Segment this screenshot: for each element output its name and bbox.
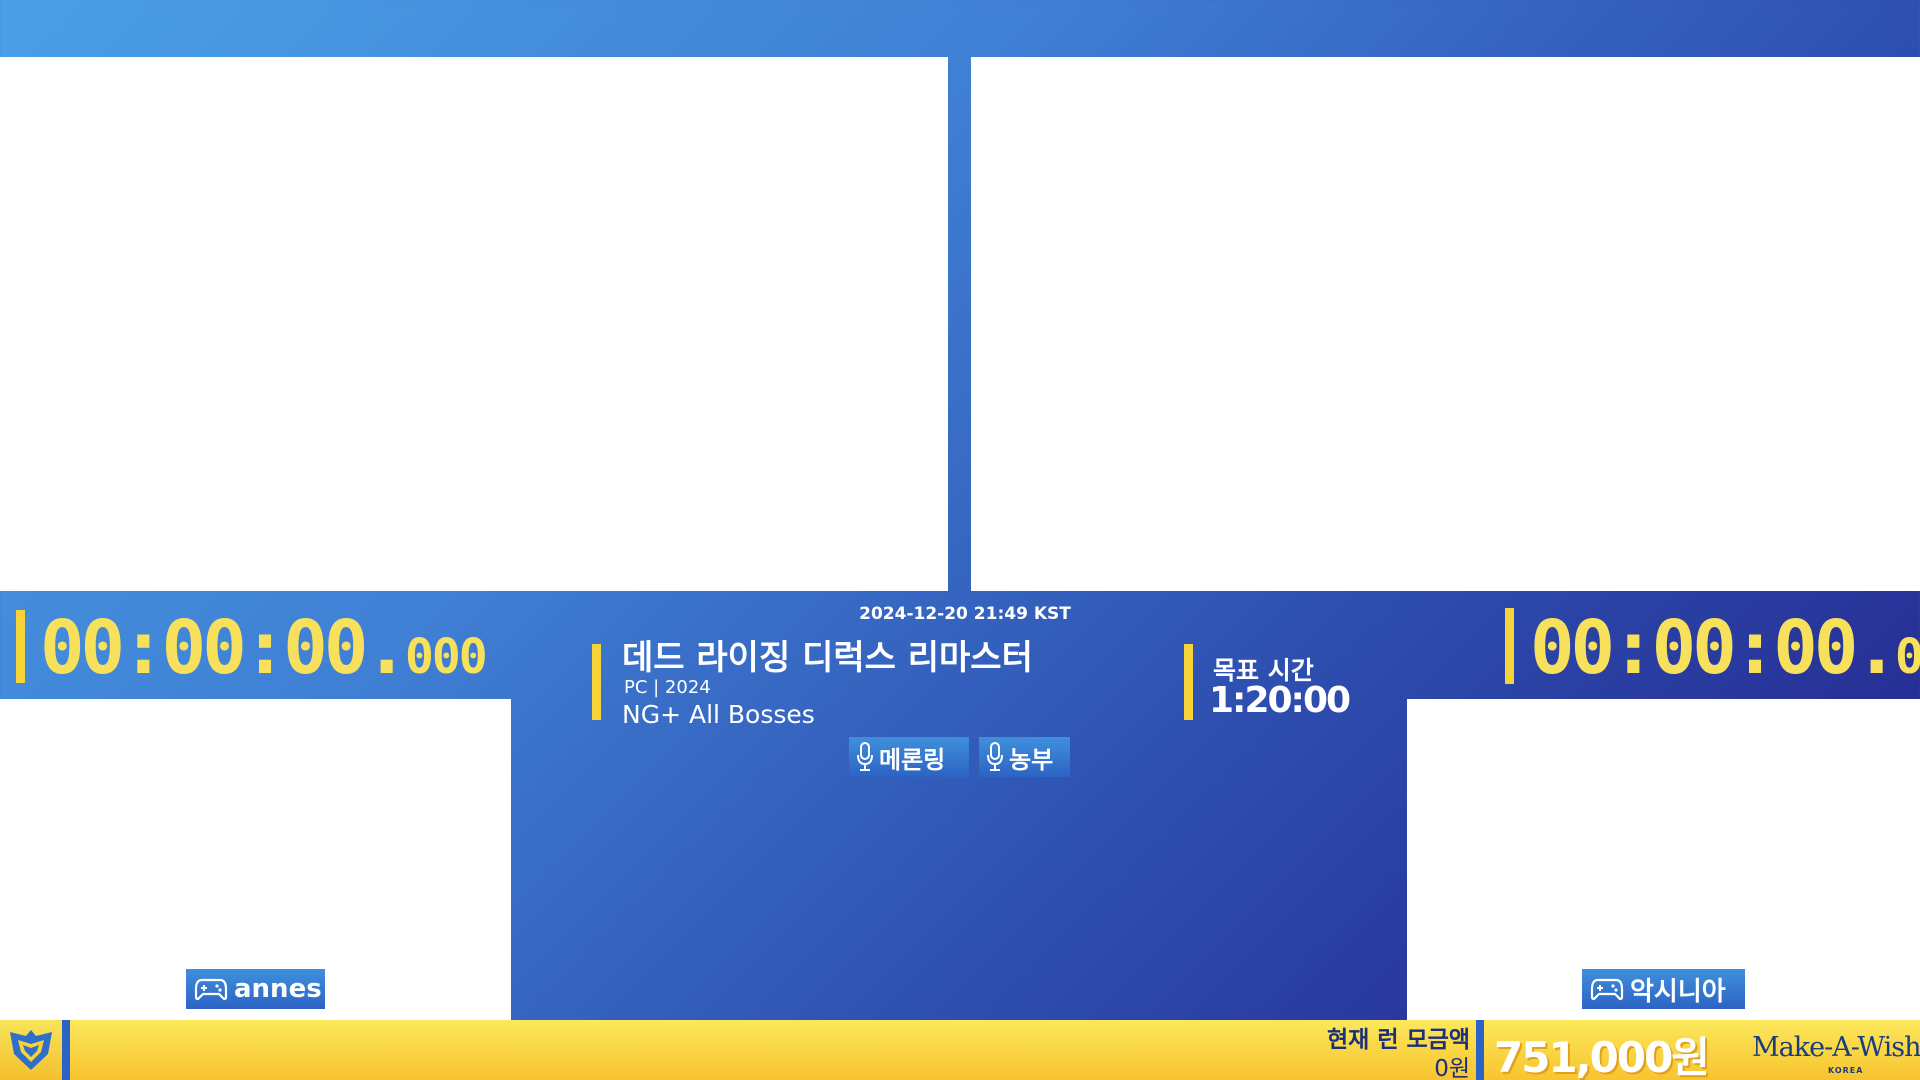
commentator-tag: 메론링	[849, 737, 969, 777]
event-logo	[0, 1020, 62, 1080]
left-timer: 00:00:00. 000	[40, 605, 488, 691]
donation-total: 751,000원	[1494, 1033, 1710, 1080]
gamepad-icon	[194, 978, 228, 1001]
right-timer-main: 00:00:00.	[1530, 605, 1899, 691]
commentator-name: 농부	[1009, 745, 1054, 774]
game-category: NG+ All Bosses	[622, 700, 815, 729]
game-platform: PC | 2024	[624, 677, 711, 698]
sponsor-name: Make-A-Wish.	[1752, 1032, 1920, 1063]
game-capture-right	[971, 57, 1920, 591]
runner-name: 악시니아	[1630, 976, 1726, 1007]
stream-layout: { "timers": { "left": {"main": "00:00:00…	[0, 0, 1920, 1080]
gamepad-icon	[1590, 978, 1624, 1001]
commentator-tag: 농부	[979, 737, 1070, 777]
goal-time-value: 1:20:00	[1209, 680, 1351, 721]
right-timer-bar	[1505, 608, 1514, 684]
runner-tag-left: annes	[186, 969, 325, 1009]
sponsor-region: KOREA	[1828, 1066, 1864, 1075]
logo-divider	[62, 1020, 70, 1080]
donation-divider	[1476, 1020, 1484, 1080]
left-timer-main: 00:00:00.	[40, 605, 409, 691]
left-timer-ms: 000	[404, 629, 488, 685]
shield-logo-icon	[10, 1030, 52, 1070]
game-info-bar	[592, 644, 601, 720]
sponsor-logo: Make-A-Wish. KOREA	[1752, 1030, 1920, 1078]
goal-time-bar	[1184, 644, 1193, 720]
runner-name: annes	[234, 974, 322, 1004]
microphone-icon	[857, 742, 873, 771]
runner-tag-right: 악시니아	[1582, 969, 1745, 1009]
donation-run-amount: 0원	[1434, 1056, 1470, 1080]
microphone-icon	[987, 742, 1003, 771]
left-timer-bar	[16, 610, 25, 683]
game-title: 데드 라이징 디럭스 리마스터	[622, 638, 1033, 678]
right-timer: 00:00:00. 000	[1530, 611, 1920, 685]
commentator-name: 메론링	[879, 745, 946, 774]
right-timer-ms: 000	[1894, 629, 1920, 685]
datetime: 2024-12-20 21:49 KST	[859, 604, 1071, 624]
game-capture-left	[0, 57, 948, 591]
